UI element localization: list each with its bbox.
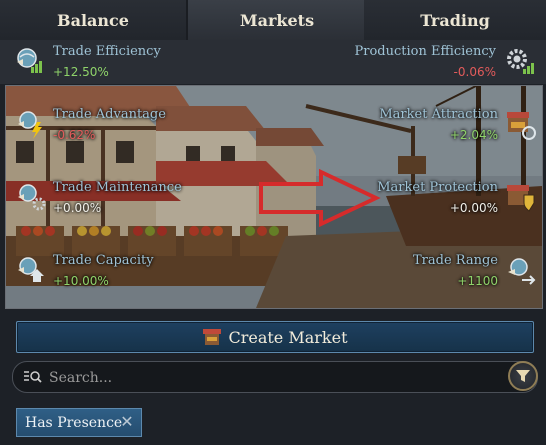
search-input[interactable] — [47, 366, 491, 390]
trade-capacity-icon — [15, 254, 47, 286]
trade-maintenance-label: Trade Maintenance — [53, 180, 182, 195]
trade-range-icon — [504, 254, 536, 286]
trade-efficiency-label: Trade Efficiency — [53, 44, 161, 59]
tab-markets[interactable]: Markets — [186, 0, 368, 40]
tab-trading-label: Trading — [420, 10, 490, 30]
tab-trading[interactable]: Trading — [364, 0, 546, 42]
trade-capacity-label: Trade Capacity — [53, 253, 154, 268]
trade-range-label: Trade Range — [412, 253, 498, 268]
trade-efficiency-value: +12.50% — [53, 65, 109, 79]
market-protection-icon — [504, 181, 536, 213]
close-icon[interactable]: ✕ — [119, 413, 135, 431]
search-bar — [12, 361, 538, 393]
trade-maintenance-icon — [15, 181, 47, 213]
trade-advantage-icon — [15, 108, 47, 140]
market-attraction-icon — [504, 108, 536, 140]
tab-balance-label: Balance — [57, 10, 129, 30]
trade-capacity-value: +10.00% — [53, 274, 109, 288]
filter-chip-has-presence: Has Presence ✕ — [16, 408, 142, 437]
trade-range-value: +1100 — [457, 274, 498, 288]
market-protection-value: +0.00% — [449, 201, 498, 215]
search-list-icon — [23, 368, 43, 386]
market-attraction-label: Market Attraction — [379, 107, 498, 122]
tab-markets-label: Markets — [239, 10, 315, 30]
trade-maintenance-value: +0.00% — [53, 201, 102, 215]
create-market-button[interactable]: Create Market — [16, 321, 534, 353]
market-stall-icon — [202, 327, 222, 347]
market-scene: Trade Advantage -0.62% Market Attraction… — [5, 85, 543, 309]
trade-advantage-label: Trade Advantage — [53, 107, 166, 122]
efficiency-row: Trade Efficiency +12.50% Production Effi… — [0, 40, 546, 84]
production-efficiency-icon — [503, 45, 535, 77]
trade-efficiency-icon — [14, 45, 46, 77]
tab-balance[interactable]: Balance — [0, 0, 186, 42]
production-efficiency-label: Production Efficiency — [354, 44, 497, 59]
tab-bar: Balance Markets Trading — [0, 0, 546, 42]
market-protection-label: Market Protection — [377, 180, 498, 195]
filter-chip-label: Has Presence — [25, 414, 123, 431]
market-attraction-value: +2.04% — [449, 128, 498, 142]
filter-button[interactable] — [508, 361, 538, 391]
production-efficiency-value: -0.06% — [453, 65, 496, 79]
trade-advantage-value: -0.62% — [53, 128, 96, 142]
create-market-label: Create Market — [228, 327, 348, 347]
funnel-icon — [515, 368, 531, 384]
